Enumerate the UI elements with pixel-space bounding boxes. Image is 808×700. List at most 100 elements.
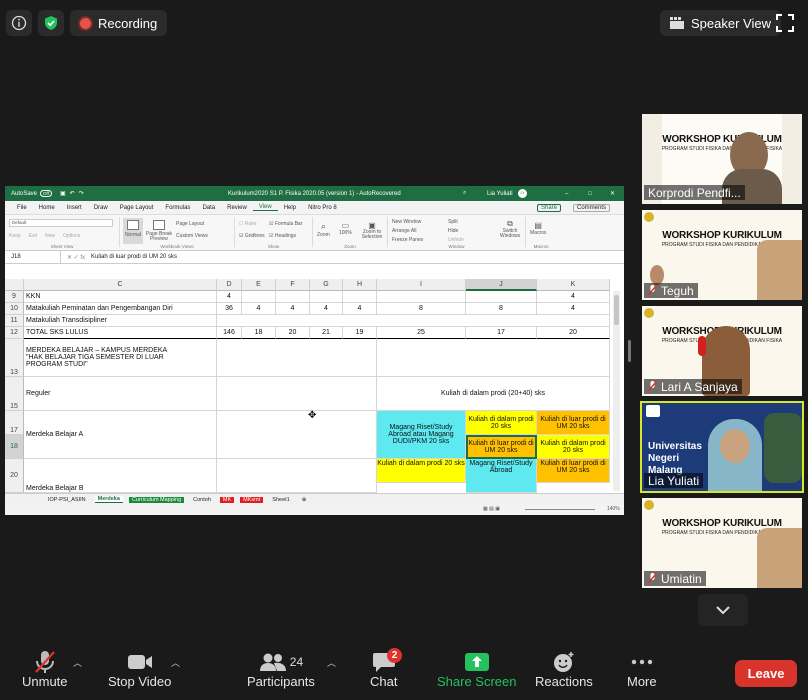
- unhide-button[interactable]: Unhide: [448, 237, 464, 243]
- row-header-18[interactable]: 18: [5, 435, 24, 459]
- sheet-view-select[interactable]: Default: [9, 219, 113, 227]
- maximize-icon[interactable]: □: [588, 191, 592, 197]
- formula-bar-checkbox[interactable]: ☑ Formula Bar: [269, 221, 302, 227]
- save-icon[interactable]: ▣: [60, 190, 66, 197]
- col-header-h[interactable]: H: [343, 279, 377, 291]
- custom-views-button[interactable]: Custom Views: [176, 233, 208, 239]
- arrange-all-button[interactable]: Arrange All: [392, 228, 416, 234]
- user-avatar[interactable]: LY: [518, 189, 527, 198]
- row-header-12[interactable]: 12: [5, 327, 24, 339]
- cell[interactable]: [276, 291, 310, 303]
- macros-button[interactable]: ▤ Macros: [530, 221, 546, 236]
- cell-k12[interactable]: 20: [537, 327, 610, 339]
- cell-e12[interactable]: 18: [242, 327, 276, 339]
- cell-k20[interactable]: Kuliah di luar prodi di UM 20 sks: [537, 459, 610, 483]
- menu-draw[interactable]: Draw: [88, 205, 114, 211]
- fx-icon[interactable]: ✕ ✓ fx: [61, 254, 91, 261]
- row-header-10[interactable]: 10: [5, 303, 24, 315]
- row-header-11[interactable]: 11: [5, 315, 24, 327]
- sheet-tab-iop[interactable]: IOP-PSI_ASIIN: [45, 497, 89, 503]
- name-box[interactable]: J18: [11, 251, 61, 263]
- cell-c20[interactable]: Merdeka Belajar B: [24, 459, 217, 493]
- cell[interactable]: [377, 339, 610, 377]
- sheet-tab-mk[interactable]: MK: [219, 496, 235, 503]
- zoom-button[interactable]: ⌕ Zoom: [317, 221, 330, 238]
- participants-options-caret-icon[interactable]: ︿: [327, 656, 336, 669]
- cell-g10[interactable]: 4: [310, 303, 343, 315]
- cell[interactable]: [217, 411, 377, 459]
- col-header-j[interactable]: J: [466, 279, 537, 291]
- normal-view-icon[interactable]: ▦ ▤ ▣: [483, 506, 500, 512]
- close-icon[interactable]: ✕: [610, 190, 615, 197]
- cell-i15[interactable]: Kuliah di dalam prodi (20+40) sks: [377, 377, 610, 411]
- sheet-view-keep[interactable]: Keep: [9, 233, 21, 239]
- col-header-g[interactable]: G: [310, 279, 343, 291]
- cell-j17[interactable]: Kuliah di dalam prodi 20 sks: [466, 411, 537, 435]
- cell[interactable]: [242, 291, 276, 303]
- participant-tile[interactable]: WORKSHOP KURIKULUM PROGRAM STUDI FISIKA …: [642, 210, 802, 300]
- sheet-tab-sheet1[interactable]: Sheet1: [269, 497, 292, 503]
- menu-insert[interactable]: Insert: [61, 205, 88, 211]
- cell-i20[interactable]: Kuliah di dalam prodi 20 sks: [377, 459, 466, 483]
- cell-e10[interactable]: 4: [242, 303, 276, 315]
- cell-k18[interactable]: Kuliah di dalam prodi 20 sks: [537, 435, 610, 459]
- col-header-c[interactable]: C: [24, 279, 217, 291]
- sheet-view-exit[interactable]: Exit: [29, 233, 37, 239]
- cell-h12[interactable]: 19: [343, 327, 377, 339]
- menu-formulas[interactable]: Formulas: [159, 205, 196, 211]
- recording-indicator[interactable]: Recording: [70, 10, 168, 36]
- cell-c12[interactable]: TOTAL SKS LULUS: [24, 327, 217, 339]
- col-header-k[interactable]: K: [537, 279, 610, 291]
- sheet-view-options[interactable]: Options: [63, 233, 80, 239]
- zoom-slider[interactable]: [525, 509, 595, 510]
- participant-tile-active-speaker[interactable]: Universitas Negeri Malang Lia Yuliati: [640, 401, 804, 493]
- cell-k17[interactable]: Kuliah di luar prodi di UM 20 sks: [537, 411, 610, 435]
- cell-d10[interactable]: 36: [217, 303, 242, 315]
- cell-c17[interactable]: Merdeka Belajar A: [24, 411, 217, 459]
- cell-j18-selected[interactable]: Kuliah di luar prodi di UM 20 sks: [466, 435, 537, 459]
- cell-i17[interactable]: Magang Riset/Study Abroad atau Magang DU…: [377, 411, 466, 459]
- menu-help[interactable]: Help: [278, 205, 302, 211]
- video-options-caret-icon[interactable]: ︿: [171, 656, 180, 669]
- participant-tile[interactable]: WORKSHOP KURIKULUM PROGRAM STUDI FISIKA …: [642, 114, 802, 204]
- redo-icon[interactable]: ↷: [79, 190, 84, 197]
- cell[interactable]: [466, 291, 537, 303]
- share-button[interactable]: Share: [537, 203, 562, 212]
- participant-tile[interactable]: WORKSHOP KURIKULUM PROGRAM STUDI FISIKA …: [642, 306, 802, 396]
- menu-home[interactable]: Home: [33, 205, 61, 211]
- info-icon[interactable]: [6, 10, 32, 36]
- cell-c11[interactable]: Matakuliah Transdisipliner: [24, 315, 217, 327]
- cell[interactable]: [217, 315, 610, 327]
- stop-video-button[interactable]: Stop Video: [108, 650, 171, 689]
- freeze-panes-button[interactable]: Freeze Panes: [392, 237, 423, 243]
- row-header-15[interactable]: 15: [5, 377, 24, 411]
- share-screen-button[interactable]: Share Screen: [437, 650, 517, 689]
- autosave-toggle[interactable]: Off: [40, 190, 52, 197]
- new-window-button[interactable]: New Window: [392, 219, 421, 225]
- cell-k10[interactable]: 4: [537, 303, 610, 315]
- headings-checkbox[interactable]: ☑ Headings: [269, 233, 296, 239]
- cell-c9[interactable]: KKN: [24, 291, 217, 303]
- reactions-button[interactable]: Reactions: [535, 650, 593, 689]
- row-header-13[interactable]: 13: [5, 339, 24, 377]
- cell-c10[interactable]: Matakuliah Peminatan dan Pengembangan Di…: [24, 303, 217, 315]
- menu-view[interactable]: View: [252, 204, 278, 211]
- speaker-view-button[interactable]: Speaker View: [660, 10, 781, 36]
- row-header-9[interactable]: 9: [5, 291, 24, 303]
- cell-j10[interactable]: 8: [466, 303, 537, 315]
- cell[interactable]: [217, 459, 377, 493]
- leave-button[interactable]: Leave: [735, 660, 797, 687]
- fullscreen-icon[interactable]: [776, 14, 794, 37]
- zoom-100-button[interactable]: ▭ 100%: [339, 221, 352, 236]
- cell-k9[interactable]: 4: [537, 291, 610, 303]
- cell[interactable]: [217, 377, 377, 411]
- normal-view-button[interactable]: Normal: [123, 218, 143, 244]
- gridlines-checkbox[interactable]: ☑ Gridlines: [239, 233, 265, 239]
- resize-handle[interactable]: [628, 340, 631, 362]
- row-header-17[interactable]: 17: [5, 411, 24, 435]
- cell-j12[interactable]: 17: [466, 327, 537, 339]
- menu-file[interactable]: File: [11, 205, 33, 211]
- more-button[interactable]: More: [627, 650, 657, 689]
- split-button[interactable]: Split: [448, 219, 458, 225]
- menu-data[interactable]: Data: [196, 205, 221, 211]
